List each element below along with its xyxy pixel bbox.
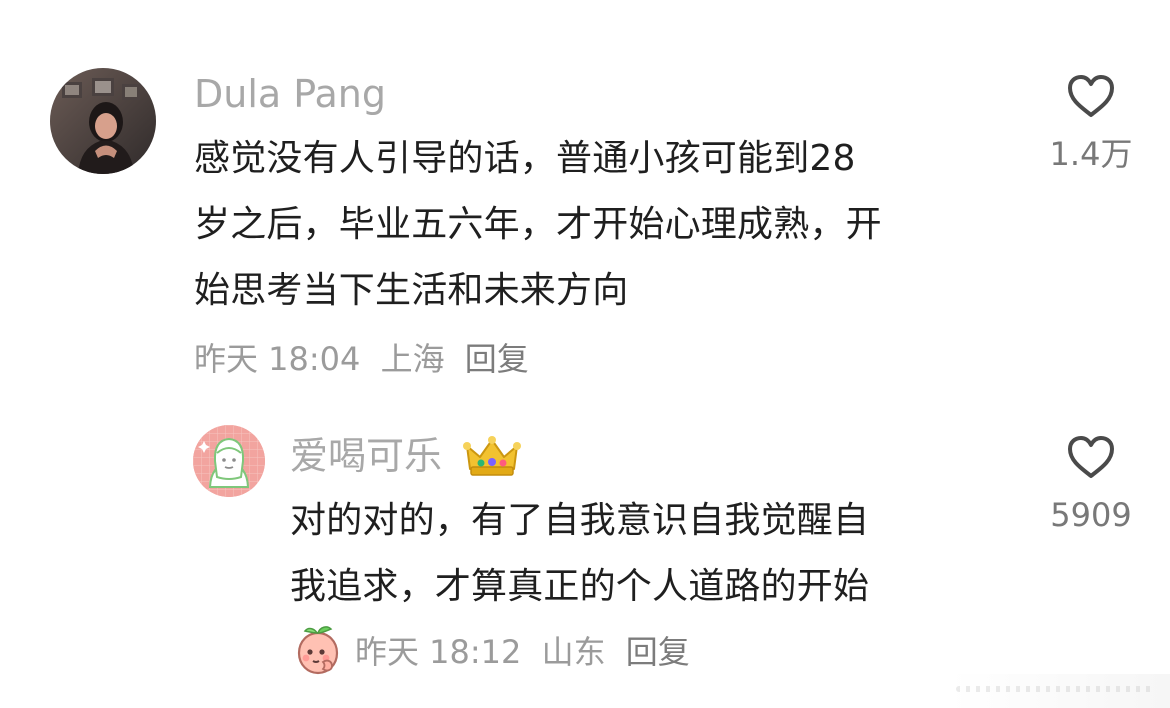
comment-time: 昨天 18:04 [194, 340, 361, 378]
crown-icon [463, 436, 521, 476]
reply-button[interactable]: 回复 [626, 633, 690, 671]
comment-time: 昨天 18:12 [355, 633, 522, 671]
comment-text: 对的对的，有了自我意识自我觉醒自 我追求，才算真正的个人道路的开始 [290, 500, 870, 607]
comment-location: 上海 [380, 340, 445, 378]
peach-emoji-sticker-icon[interactable] [290, 623, 346, 679]
like-button[interactable]: 5909 [1031, 432, 1151, 535]
like-count: 5909 [1050, 496, 1132, 534]
watermark-dots [956, 686, 1156, 692]
comment-location: 山东 [541, 633, 606, 671]
avatar-dula-pang[interactable] [50, 68, 156, 174]
avatar-ai-he-ke-le[interactable] [193, 425, 265, 497]
comment-thread: Dula Pang 感觉没有人引导的话，普通小孩可能到28 岁之后，毕业五六年，… [0, 0, 1170, 708]
comment-meta: 昨天 18:12 山东 回复 [355, 630, 690, 674]
comment-meta: 昨天 18:04 上海 回复 [194, 337, 529, 381]
heart-outline-icon [1068, 75, 1114, 117]
like-count: 1.4万 [1049, 135, 1133, 173]
reply-button[interactable]: 回复 [465, 340, 529, 378]
comment-author-name[interactable]: Dula Pang [194, 70, 386, 118]
comment-author-name[interactable]: 爱喝可乐 [290, 432, 442, 480]
comment-text: 感觉没有人引导的话，普通小孩可能到28 岁之后，毕业五六年，才开始心理成熟，开 … [194, 138, 882, 311]
heart-outline-icon [1068, 436, 1114, 478]
like-button[interactable]: 1.4万 [1031, 71, 1151, 174]
